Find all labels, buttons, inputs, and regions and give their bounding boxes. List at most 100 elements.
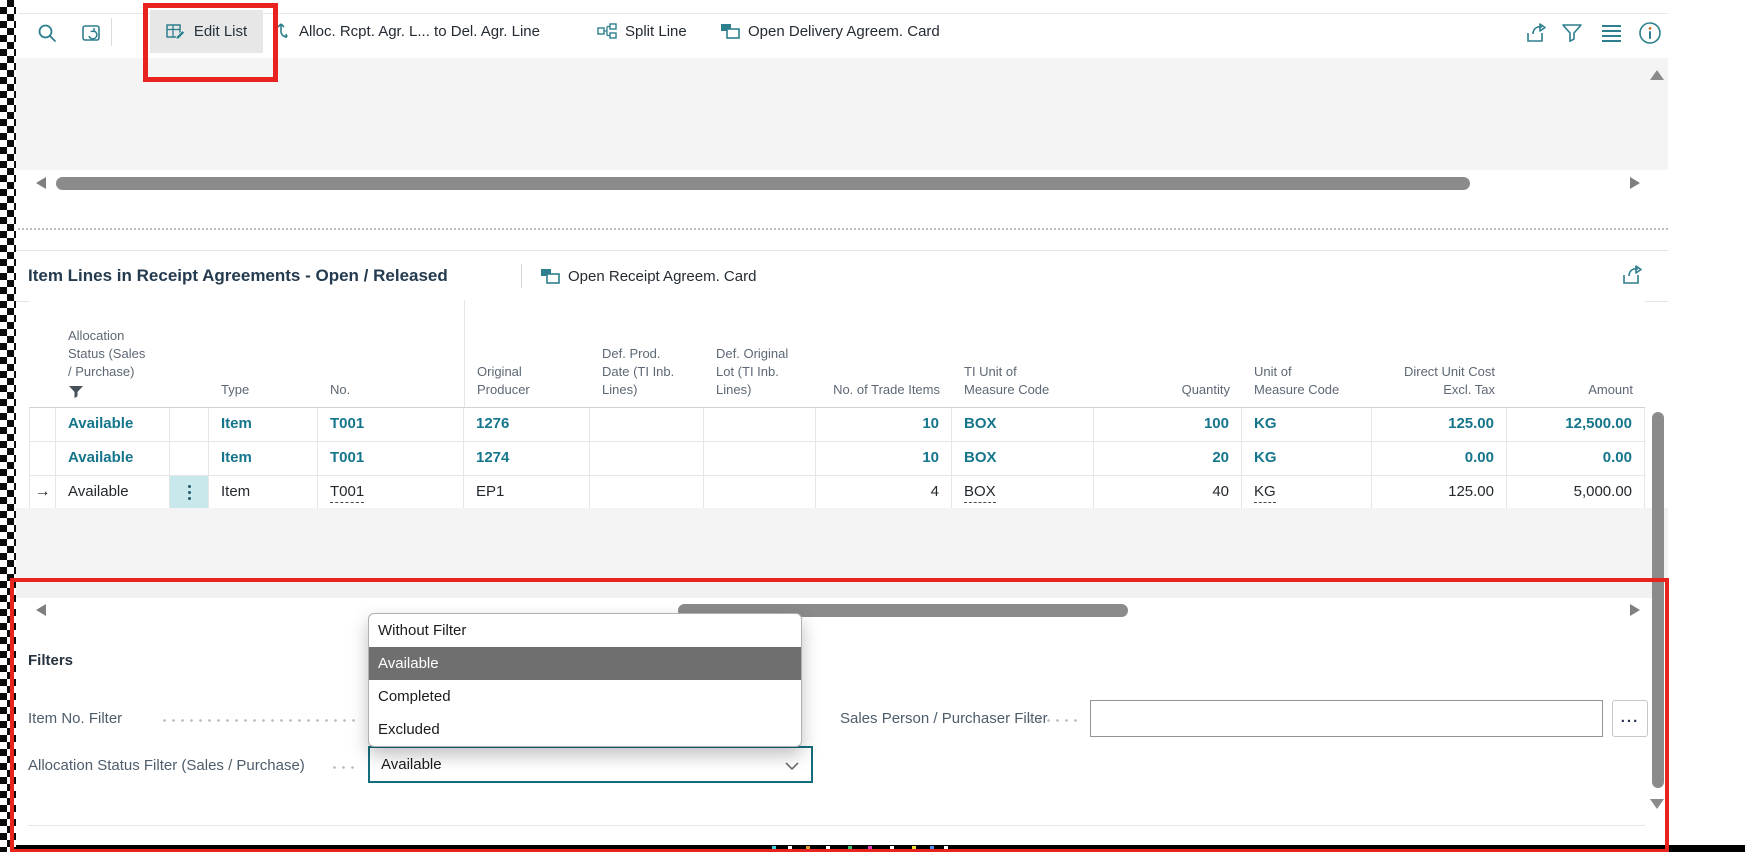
sales-person-filter-input[interactable] xyxy=(1090,700,1603,737)
column-header-def_prod_date[interactable]: Def. Prod. Date (TI Inb. Lines) xyxy=(590,300,704,407)
cell-trade_items[interactable]: 4 xyxy=(816,476,952,509)
cell-type[interactable]: Item xyxy=(209,476,318,509)
cell-ti_uom[interactable]: BOX xyxy=(952,476,1094,509)
share-icon[interactable] xyxy=(1524,21,1549,45)
hscroll1-left-arrow[interactable] xyxy=(36,177,46,189)
column-header-no[interactable]: No. xyxy=(318,300,464,407)
focus-mode-icon[interactable] xyxy=(80,22,102,44)
cell-def_prod_date[interactable] xyxy=(590,476,704,509)
cell-ti_uom[interactable]: BOX xyxy=(952,442,1094,475)
column-header-producer[interactable]: Original Producer xyxy=(464,300,590,407)
cell-def_prod_date[interactable] xyxy=(590,408,704,441)
cell-no[interactable]: T001 xyxy=(318,408,464,441)
column-header-def_orig_lot[interactable]: Def. Original Lot (TI Inb. Lines) xyxy=(704,300,816,407)
cell-producer[interactable]: 1276 xyxy=(464,408,590,441)
column-header-ti_uom[interactable]: TI Unit of Measure Code xyxy=(952,300,1094,407)
dropdown-option[interactable]: Excluded xyxy=(369,713,801,746)
cell-amount[interactable]: 5,000.00 xyxy=(1507,476,1645,509)
info-icon[interactable] xyxy=(1637,20,1663,46)
cell-cost[interactable]: 0.00 xyxy=(1372,442,1507,475)
hscroll1-thumb[interactable] xyxy=(56,177,1470,190)
open-receipt-card-button[interactable]: Open Receipt Agreem. Card xyxy=(540,259,756,293)
vscroll-thumb[interactable] xyxy=(1652,412,1664,788)
split-line-button[interactable]: Split Line xyxy=(597,14,687,48)
column-header-type[interactable]: Type xyxy=(209,300,318,407)
dropdown-option[interactable]: Completed xyxy=(369,680,801,713)
toolbar-divider xyxy=(111,18,112,46)
dropdown-option[interactable]: Available xyxy=(369,647,801,680)
cell-qty[interactable]: 100 xyxy=(1094,408,1242,441)
cell-value: 1276 xyxy=(476,415,509,432)
cell-uom[interactable]: KG xyxy=(1242,408,1372,441)
cell-uom[interactable]: KG xyxy=(1242,442,1372,475)
vscroll-up-arrow[interactable] xyxy=(1650,70,1664,80)
column-header-amount[interactable]: Amount xyxy=(1507,300,1645,407)
empty-content-area xyxy=(16,58,1668,170)
cell-def_prod_date[interactable] xyxy=(590,442,704,475)
cell-qty[interactable]: 40 xyxy=(1094,476,1242,509)
cell-def_orig_lot[interactable] xyxy=(704,408,816,441)
cell-trade_items[interactable]: 10 xyxy=(816,408,952,441)
column-filter-funnel-icon[interactable] xyxy=(68,385,84,399)
cell-ti_uom[interactable]: BOX xyxy=(952,408,1094,441)
table-row[interactable]: Available ItemT001 1276 10BOX100 KG 125.00 12,… xyxy=(30,408,1646,442)
column-header-cost[interactable]: Direct Unit Cost Excl. Tax xyxy=(1372,300,1507,407)
hscroll2-right-arrow[interactable] xyxy=(1630,604,1640,616)
allocation-status-select[interactable]: Available xyxy=(368,746,813,783)
cell-cost[interactable]: 125.00 xyxy=(1372,408,1507,441)
cell-qty[interactable]: 20 xyxy=(1094,442,1242,475)
edit-list-button[interactable]: Edit List xyxy=(150,10,263,53)
cell-status[interactable]: Available xyxy=(56,408,170,441)
column-header-qty[interactable]: Quantity xyxy=(1094,300,1242,407)
list-icon[interactable] xyxy=(1601,24,1623,42)
hscroll2-left-arrow[interactable] xyxy=(36,604,46,616)
cell-producer[interactable]: 1274 xyxy=(464,442,590,475)
cell-sel[interactable] xyxy=(30,442,56,475)
column-header-gap[interactable] xyxy=(170,300,209,407)
filter-funnel-icon[interactable] xyxy=(1561,23,1583,43)
cell-uom[interactable]: KG xyxy=(1242,476,1372,509)
cell-amount[interactable]: 12,500.00 xyxy=(1507,408,1645,441)
table-row[interactable]: →Available ItemT001EP1 4BOX40KG125.005,000… xyxy=(30,476,1646,510)
cell-value: 125.00 xyxy=(1448,415,1494,432)
cell-status[interactable]: Available xyxy=(56,442,170,475)
pixel-noise xyxy=(868,846,872,849)
column-header-label: No. of Trade Items xyxy=(833,381,940,399)
current-row-arrow[interactable]: → xyxy=(30,476,56,509)
column-header-label: Allocation Status (Sales / Purchase) xyxy=(68,327,145,381)
cell-gap[interactable] xyxy=(170,442,209,475)
column-header-uom[interactable]: Unit of Measure Code xyxy=(1242,300,1372,407)
column-header-label: Def. Prod. Date (TI Inb. Lines) xyxy=(602,345,674,399)
search-icon[interactable] xyxy=(36,22,58,44)
cell-sel[interactable] xyxy=(30,408,56,441)
cell-producer[interactable]: EP1 xyxy=(464,476,590,509)
cell-def_orig_lot[interactable] xyxy=(704,476,816,509)
cell-status[interactable]: Available xyxy=(56,476,170,509)
cell-gap[interactable] xyxy=(170,408,209,441)
column-header-trade_items[interactable]: No. of Trade Items xyxy=(816,300,952,407)
sales-person-filter-label: Sales Person / Purchaser Filter xyxy=(840,710,1048,727)
dropdown-option[interactable]: Without Filter xyxy=(369,614,801,647)
open-delivery-card-button[interactable]: Open Delivery Agreem. Card xyxy=(720,14,940,48)
table-row[interactable]: Available ItemT0011274 10BOX20 KG 0.000.00 xyxy=(30,442,1646,476)
cell-def_orig_lot[interactable] xyxy=(704,442,816,475)
row-options-button[interactable] xyxy=(170,476,209,509)
cell-trade_items[interactable]: 10 xyxy=(816,442,952,475)
cell-type[interactable]: Item xyxy=(209,408,318,441)
column-header-sel[interactable] xyxy=(29,300,56,407)
column-header-label: Amount xyxy=(1588,381,1633,399)
cell-value: KG xyxy=(1254,449,1277,466)
cell-no[interactable]: T001 xyxy=(318,442,464,475)
column-header-status[interactable]: Allocation Status (Sales / Purchase) xyxy=(56,300,170,407)
open-delivery-card-label: Open Delivery Agreem. Card xyxy=(748,23,940,40)
share-icon[interactable] xyxy=(1620,263,1645,287)
cell-type[interactable]: Item xyxy=(209,442,318,475)
vscroll-down-arrow[interactable] xyxy=(1650,799,1664,809)
hscroll1-right-arrow[interactable] xyxy=(1630,177,1640,189)
sales-person-more-button[interactable]: ... xyxy=(1612,700,1648,737)
cell-amount[interactable]: 0.00 xyxy=(1507,442,1645,475)
alloc-button[interactable]: Alloc. Rcpt. Agr. L... to Del. Agr. Line xyxy=(272,14,540,48)
cell-no[interactable]: T001 xyxy=(318,476,464,509)
cell-cost[interactable]: 125.00 xyxy=(1372,476,1507,509)
cell-value: KG xyxy=(1254,415,1277,432)
